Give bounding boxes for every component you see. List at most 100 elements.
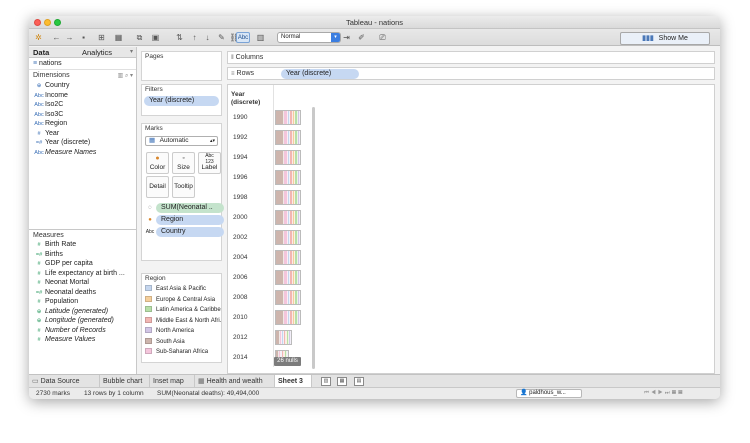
redo-icon[interactable]: → [64, 32, 75, 43]
legend-item[interactable]: South Asia [142, 337, 221, 348]
dimension-field-region[interactable]: AbcRegion [29, 119, 136, 129]
dimension-field-income[interactable]: AbcIncome [29, 91, 136, 101]
treemap-cell[interactable] [275, 190, 301, 205]
treemap-cell[interactable] [275, 330, 292, 345]
measure-field-gdp-per-capita[interactable]: # GDP per capita [29, 259, 137, 269]
dimension-field-label: Iso3C [45, 110, 64, 118]
measure-field-measure-values[interactable]: # Measure Values [29, 335, 137, 345]
show-mark-labels-button[interactable]: Abc [236, 32, 250, 43]
mark-field-neonatal[interactable]: ◌ SUM(Neonatal .. [145, 203, 224, 214]
measure-field-life-expectancy-at-birth[interactable]: # Life expectancy at birth ... [29, 269, 137, 279]
treemap-cell[interactable] [275, 130, 301, 145]
treemap-cell[interactable] [275, 210, 301, 225]
treemap-cell[interactable] [275, 110, 301, 125]
size-label: Size [177, 164, 190, 171]
datasource-item[interactable]: ≡ nations [29, 58, 136, 70]
rows-pill-year[interactable]: Year (discrete) [281, 69, 359, 79]
swap-rows-columns-icon[interactable]: ⇅ [174, 32, 185, 43]
mark-type-value: Automatic [159, 137, 189, 144]
mark-type-dropdown[interactable]: ▦ Automatic ▴▾ [145, 136, 218, 146]
new-story-tab-icon[interactable]: ▤ [354, 377, 364, 386]
search-icon[interactable]: ▥ ⌕ ▾ [118, 72, 133, 80]
measure-field-latitude-generated[interactable]: ⊕ Latitude (generated) [29, 307, 137, 317]
dimension-field-measure-names[interactable]: AbcMeasure Names [29, 148, 136, 158]
measure-field-neonatal-deaths[interactable]: =# Neonatal deaths [29, 288, 137, 298]
measure-field-neonat-mortal[interactable]: # Neonat Mortal [29, 278, 137, 288]
legend-item[interactable]: North America [142, 326, 221, 337]
nulls-indicator[interactable]: 26 nulls [274, 357, 301, 366]
treemap-cell[interactable] [275, 270, 301, 285]
tooltip-button[interactable]: Tooltip [172, 176, 195, 198]
filters-card[interactable]: Filters Year (discrete) [141, 84, 222, 116]
region-pill[interactable]: Region [156, 215, 224, 225]
presentation-mode-icon[interactable]: ⎚ [377, 32, 388, 43]
fit-dropdown[interactable]: Normal ▾ [277, 32, 341, 43]
dimension-field-iso2c[interactable]: AbcIso2C [29, 100, 136, 110]
dimension-field-year[interactable]: # Year [29, 129, 136, 139]
color-button[interactable]: ● Color [146, 152, 169, 174]
new-worksheet-icon[interactable]: ▦ [113, 32, 124, 43]
legend-label: North America [156, 328, 195, 334]
sort-ascending-icon[interactable]: ↑ [189, 32, 200, 43]
pane-menu-icon[interactable]: ▾ [130, 48, 133, 55]
rows-columns-count: 13 rows by 1 column [84, 390, 144, 397]
tab-data[interactable]: Data [33, 48, 49, 57]
treemap-cell[interactable] [275, 310, 301, 325]
sheet-navigation-icon[interactable]: ⏮◀▶⏭▦▦ [644, 388, 685, 399]
tab-data-source-label: Data Source [40, 378, 80, 385]
size-button[interactable]: ◦ Size [172, 152, 195, 174]
legend-item[interactable]: Europe & Central Asia [142, 295, 221, 306]
legend-item[interactable]: Sub-Saharan Africa [142, 347, 221, 358]
undo-icon[interactable]: ← [51, 32, 62, 43]
clear-sheet-icon[interactable]: ▣ [150, 32, 161, 43]
measure-field-birth-rate[interactable]: # Birth Rate [29, 240, 137, 250]
fix-axes-icon[interactable]: ▥ [255, 32, 266, 43]
dimension-field-iso3c[interactable]: AbcIso3C [29, 110, 136, 120]
measure-field-births[interactable]: =# Births [29, 250, 137, 260]
duplicate-sheet-icon[interactable]: ⧉ [134, 32, 145, 43]
worksheet-view[interactable]: Year (discrete) 1990 1992 1994 1996 1998 2000… [227, 84, 715, 374]
new-datasource-icon[interactable]: ⊞ [96, 32, 107, 43]
legend-item[interactable]: East Asia & Pacific [142, 284, 221, 295]
country-pill[interactable]: Country [156, 227, 224, 237]
mark-field-country[interactable]: Abc Country [145, 227, 224, 238]
hash-icon: # [37, 261, 41, 267]
columns-shelf[interactable]: ⦀ Columns [227, 51, 715, 64]
highlight-icon[interactable]: ✎ [216, 32, 227, 43]
neonatal-pill[interactable]: SUM(Neonatal .. [156, 203, 224, 213]
treemap-segment [297, 131, 300, 144]
legend-item[interactable]: Latin America & Caribbe.. [142, 305, 221, 316]
pen-icon[interactable]: ✐ [356, 32, 367, 43]
treemap-segment [276, 111, 285, 124]
detail-button[interactable]: Detail [146, 176, 169, 198]
new-dashboard-tab-icon[interactable]: ▦ [337, 377, 347, 386]
vertical-scrollbar[interactable] [312, 107, 315, 369]
legend-item[interactable]: Middle East & North Afri.. [142, 316, 221, 327]
dimension-field-country[interactable]: ⊕ Country [29, 81, 136, 91]
measure-field-population[interactable]: # Population [29, 297, 137, 307]
tab-analytics[interactable]: Analytics [82, 48, 112, 57]
pages-card[interactable]: Pages [141, 51, 222, 81]
treemap-cell[interactable] [275, 150, 301, 165]
treemap-cell[interactable] [275, 250, 301, 265]
label-button[interactable]: Abc 123 Label [198, 152, 221, 174]
tableau-logo-icon[interactable]: ✲ [33, 32, 44, 43]
treemap-cell[interactable] [275, 230, 301, 245]
rows-shelf[interactable]: ≡ Rows Year (discrete) [227, 67, 715, 80]
year-row-label: 2006 [233, 274, 248, 281]
treemap-cell[interactable] [275, 170, 301, 185]
sort-descending-icon[interactable]: ↓ [202, 32, 213, 43]
data-pane: Data Analytics ▾ ≡ nations Dimensions ▥ … [29, 47, 137, 374]
new-worksheet-tab-icon[interactable]: ▥ [321, 377, 331, 386]
measure-field-number-of-records[interactable]: # Number of Records [29, 326, 137, 336]
filter-pill-year[interactable]: Year (discrete) [144, 96, 219, 106]
fix-width-icon[interactable]: ⇥ [341, 32, 352, 43]
measure-field-longitude-generated[interactable]: ⊕ Longitude (generated) [29, 316, 137, 326]
save-icon[interactable]: ▪ [78, 32, 89, 43]
rows-icon: ≡ [231, 71, 235, 77]
show-me-button[interactable]: ▮▮▮ Show Me [620, 32, 710, 45]
treemap-cell[interactable] [275, 290, 301, 305]
mark-field-region[interactable]: ● Region [145, 215, 224, 226]
dimension-field-year-discrete[interactable]: =# Year (discrete) [29, 138, 136, 148]
user-dropdown[interactable]: 👤 paldhous_w... [516, 389, 582, 398]
